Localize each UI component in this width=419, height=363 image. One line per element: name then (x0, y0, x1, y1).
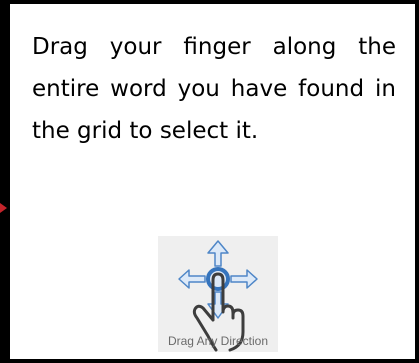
instruction-text: Drag your finger along the entire word y… (32, 34, 396, 144)
touch-point-icon (206, 267, 230, 291)
arrow-pointer-icon (0, 203, 7, 213)
gesture-caption: Drag Any Direction (167, 334, 269, 348)
arrow-right-icon (230, 269, 258, 289)
arrow-left-icon (178, 269, 206, 289)
arrow-up-icon (207, 240, 229, 267)
instruction-panel: Drag your finger along the entire word y… (0, 0, 419, 363)
drag-gesture-illustration: Drag Any Direction (158, 236, 278, 352)
arrow-down-icon (207, 291, 229, 319)
